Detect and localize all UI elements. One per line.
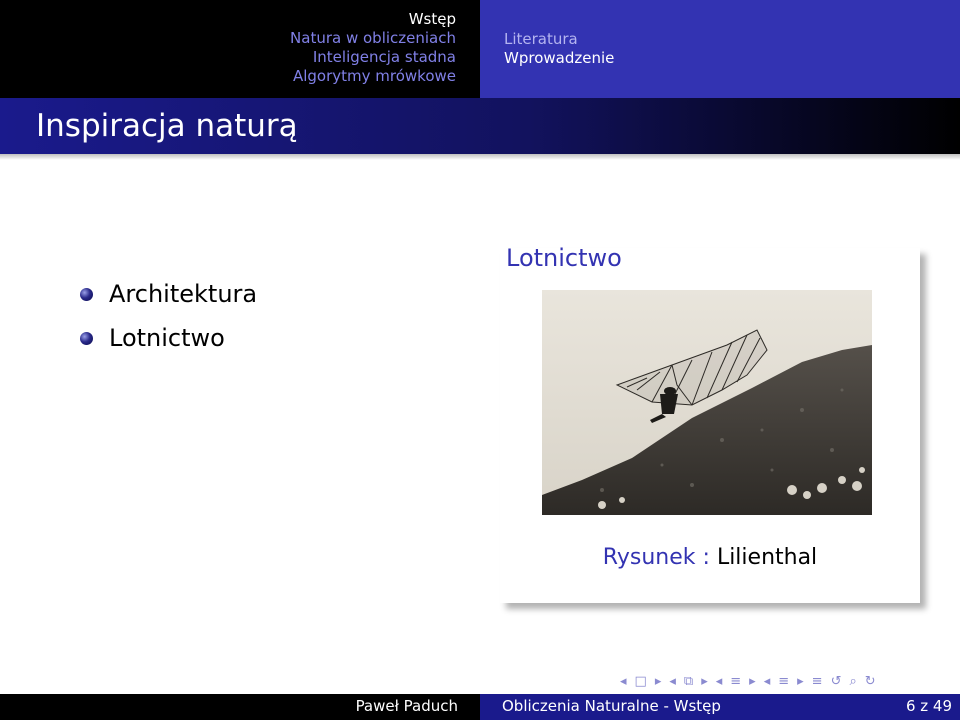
subsection-navigation: Literatura Wprowadzenie	[480, 0, 960, 98]
align-icon[interactable]: ≡	[812, 674, 823, 689]
lilienthal-glider-photo	[542, 290, 872, 515]
header-navigation: Wstęp Natura w obliczeniach Inteligencja…	[0, 0, 960, 98]
slide-title: Inspiracja naturą	[36, 108, 298, 144]
search-forward-icon[interactable]: ↻	[865, 674, 876, 689]
footer-title-box: Obliczenia Naturalne - Wstęp 6 z 49	[480, 694, 960, 720]
prev-slide-icon[interactable]: ◂	[620, 674, 627, 689]
prev-subsection-icon[interactable]: ◂	[716, 674, 723, 689]
section-icon[interactable]: ≡	[778, 674, 789, 689]
slide-title-bar: Inspiracja naturą	[0, 98, 960, 160]
figure-caption: Rysunek : Lilienthal	[500, 545, 920, 570]
prev-frame-icon[interactable]: ◂	[669, 674, 676, 689]
section-navigation: Wstęp Natura w obliczeniach Inteligencja…	[0, 0, 480, 98]
beamer-navigation-symbols: ◂ □ ▸ ◂ ⧉ ▸ ◂ ≡ ▸ ◂ ≡ ▸ ≡ ↺ ⌕ ↻	[620, 672, 876, 690]
block-title: Lotnictwo	[506, 244, 622, 272]
bullet-item: Architektura	[80, 272, 257, 316]
footer-author: Paweł Paduch	[355, 697, 458, 715]
footer: Paweł Paduch Obliczenia Naturalne - Wstę…	[0, 694, 960, 720]
footer-talk-title: Obliczenia Naturalne - Wstęp	[502, 697, 721, 715]
nav-subsection-wprowadzenie[interactable]: Wprowadzenie	[504, 49, 614, 68]
subsection-icon[interactable]: ≡	[730, 674, 741, 689]
bullet-text: Lotnictwo	[109, 324, 225, 352]
caption-label: Rysunek :	[602, 545, 710, 570]
bullet-item: Lotnictwo	[80, 316, 257, 360]
footer-page-number: 6 z 49	[905, 697, 952, 715]
nav-section-wstep[interactable]: Wstęp	[290, 10, 456, 29]
bullet-ball-icon	[80, 287, 93, 301]
nav-section-inteligencja[interactable]: Inteligencja stadna	[290, 48, 456, 67]
nav-subsection-literatura[interactable]: Literatura	[504, 30, 614, 49]
nav-section-algorytmy[interactable]: Algorytmy mrówkowe	[290, 67, 456, 86]
caption-value: Lilienthal	[716, 545, 818, 570]
bullet-ball-icon	[80, 331, 93, 345]
next-slide-icon[interactable]: ▸	[655, 674, 662, 689]
frame-icon[interactable]: ⧉	[684, 674, 693, 689]
next-frame-icon[interactable]: ▸	[701, 674, 708, 689]
nav-section-natura[interactable]: Natura w obliczeniach	[290, 29, 456, 48]
next-section-icon[interactable]: ▸	[797, 674, 804, 689]
title-shadow	[0, 154, 960, 160]
next-subsection-icon[interactable]: ▸	[749, 674, 756, 689]
footer-author-box: Paweł Paduch	[0, 694, 480, 720]
slide-icon[interactable]: □	[635, 674, 647, 689]
bullet-list: Architektura Lotnictwo	[80, 272, 257, 360]
bullet-text: Architektura	[109, 280, 258, 308]
search-back-icon[interactable]: ↺	[831, 674, 842, 689]
prev-section-icon[interactable]: ◂	[764, 674, 771, 689]
figure-block: Lotnictwo Rysunek: Lilienthal	[500, 244, 920, 603]
search-icon[interactable]: ⌕	[849, 674, 856, 689]
